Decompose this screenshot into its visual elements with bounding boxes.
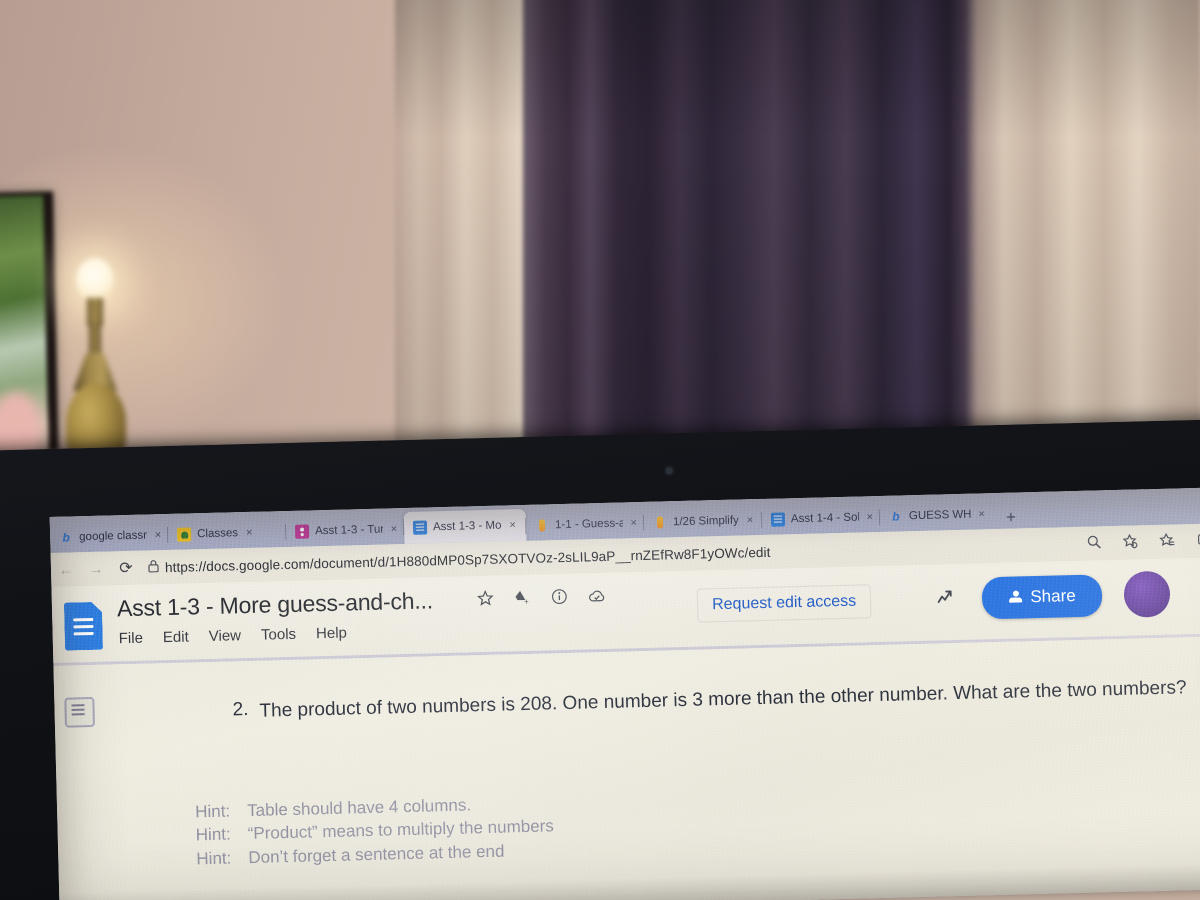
- tab-close-icon[interactable]: ×: [391, 523, 398, 535]
- activity-trend-icon[interactable]: [937, 588, 960, 611]
- google-docs-icon: [412, 520, 428, 535]
- laptop-screen: b google classro × Classes × Asst 1-3 - Tur × A…: [49, 486, 1200, 900]
- kami-pdf-icon: [535, 518, 549, 532]
- menu-item-view[interactable]: View: [209, 627, 242, 645]
- title-action-icons: +: [476, 587, 608, 612]
- document-canvas: 2. The product of two numbers is 208. On…: [53, 635, 1200, 900]
- browser-tab-5[interactable]: 1-1 - Guess-a ×: [524, 508, 645, 541]
- window-curtains: [395, 0, 1200, 476]
- edge-icon: b: [62, 530, 71, 545]
- new-tab-button[interactable]: +: [1000, 508, 1022, 529]
- tab-title: google classro: [79, 529, 147, 544]
- browser-tab-4[interactable]: Asst 1-3 - Mo ×: [402, 508, 527, 545]
- tab-title: GUESS WHAT: [908, 508, 971, 523]
- browser-tab-2[interactable]: Classes ×: [166, 517, 287, 550]
- photo-of-laptop-screen: b google classro × Classes × Asst 1-3 - Tur × A…: [0, 0, 1200, 900]
- menu-item-help[interactable]: Help: [316, 625, 347, 643]
- edge-icon: b: [892, 509, 900, 524]
- request-edit-access-button[interactable]: Request edit access: [696, 584, 872, 623]
- move-to-drive-icon[interactable]: +: [514, 589, 532, 611]
- docs-menu-bar: File Edit View Tools Help: [119, 625, 348, 648]
- tab-close-icon[interactable]: ×: [155, 529, 162, 541]
- hint-label: Hint:: [195, 824, 231, 845]
- tab-title: Asst 1-4 - Sol: [790, 511, 859, 526]
- tab-close-icon[interactable]: ×: [509, 519, 516, 531]
- menu-item-tools[interactable]: Tools: [261, 626, 296, 644]
- kami-pdf-icon: [653, 515, 667, 529]
- tab-separator: [878, 508, 881, 526]
- question-number: 2.: [232, 699, 249, 721]
- favorites-icon[interactable]: [1159, 532, 1175, 551]
- star-icon[interactable]: [476, 589, 495, 612]
- browser-tab-8[interactable]: b GUESS WHAT ×: [878, 499, 993, 532]
- browser-tab-6[interactable]: 1/26 Simplify ×: [642, 505, 763, 538]
- browser-tab-7[interactable]: Asst 1-4 - Sol ×: [760, 502, 881, 535]
- laptop: b google classro × Classes × Asst 1-3 - Tur × A…: [0, 418, 1200, 900]
- document-info-icon[interactable]: [551, 588, 569, 610]
- tab-separator: [284, 524, 287, 541]
- share-button-label: Share: [1030, 586, 1076, 607]
- tab-title: 1-1 - Guess-a: [554, 517, 623, 532]
- tab-separator: [760, 511, 763, 528]
- tab-title: 1/26 Simplify: [672, 514, 739, 529]
- light-bulb: [76, 258, 114, 302]
- svg-text:+: +: [524, 597, 529, 606]
- tab-separator: [402, 519, 405, 536]
- google-classroom-icon: [176, 527, 192, 542]
- tab-title: Asst 1-3 - Mo: [432, 519, 502, 534]
- menu-item-file[interactable]: File: [119, 630, 144, 648]
- tab-title: Classes: [197, 527, 239, 541]
- tab-close-icon[interactable]: ×: [246, 527, 253, 539]
- tab-separator: [166, 527, 169, 544]
- hint-label: Hint:: [194, 801, 231, 822]
- share-person-icon: [1008, 590, 1023, 605]
- menu-item-edit[interactable]: Edit: [163, 629, 189, 647]
- user-avatar[interactable]: [1123, 570, 1171, 618]
- cloud-saved-icon[interactable]: [588, 587, 608, 608]
- tab-separator: [642, 514, 645, 531]
- tab-close-icon[interactable]: ×: [630, 517, 637, 529]
- document-outline-icon[interactable]: [64, 696, 96, 728]
- tab-separator: [524, 517, 527, 534]
- url-text[interactable]: https://docs.google.com/document/d/1H880…: [165, 544, 771, 574]
- zoom-icon[interactable]: [1086, 534, 1101, 552]
- add-collection-icon[interactable]: [1196, 531, 1200, 550]
- forward-button[interactable]: →: [81, 560, 111, 578]
- curtain-shading: [395, 0, 1200, 476]
- collections-star-icon[interactable]: [1122, 533, 1138, 552]
- back-button[interactable]: ←: [51, 561, 81, 579]
- google-docs-icon: [770, 512, 786, 527]
- share-button[interactable]: Share: [981, 574, 1103, 620]
- document-title[interactable]: Asst 1-3 - More guess-and-ch...: [117, 587, 434, 622]
- tab-close-icon[interactable]: ×: [747, 514, 754, 526]
- browser-tab-1[interactable]: b google classro ×: [50, 520, 169, 553]
- table-lamp: [62, 258, 148, 476]
- lock-icon: [141, 559, 165, 576]
- reload-button[interactable]: ⟳: [111, 558, 141, 579]
- browser-toolbar-icons: [1086, 523, 1200, 561]
- tab-title: Asst 1-3 - Tur: [314, 523, 383, 538]
- hint-list: Hint: Table should have 4 columns. Hint: “P…: [195, 791, 555, 870]
- tab-close-icon[interactable]: ×: [866, 511, 873, 523]
- google-forms-icon: [294, 524, 310, 539]
- lamp-stem: [89, 322, 101, 356]
- question-row: 2. The product of two numbers is 208. On…: [232, 674, 1200, 727]
- google-docs-icon: [64, 602, 103, 651]
- hint-label: Hint:: [196, 848, 232, 868]
- question-text[interactable]: The product of two numbers is 208. One n…: [259, 675, 1187, 725]
- tab-close-icon[interactable]: ×: [978, 508, 985, 520]
- document-page: 2. The product of two numbers is 208. On…: [173, 635, 1200, 900]
- browser-tab-3[interactable]: Asst 1-3 - Tur ×: [284, 514, 405, 547]
